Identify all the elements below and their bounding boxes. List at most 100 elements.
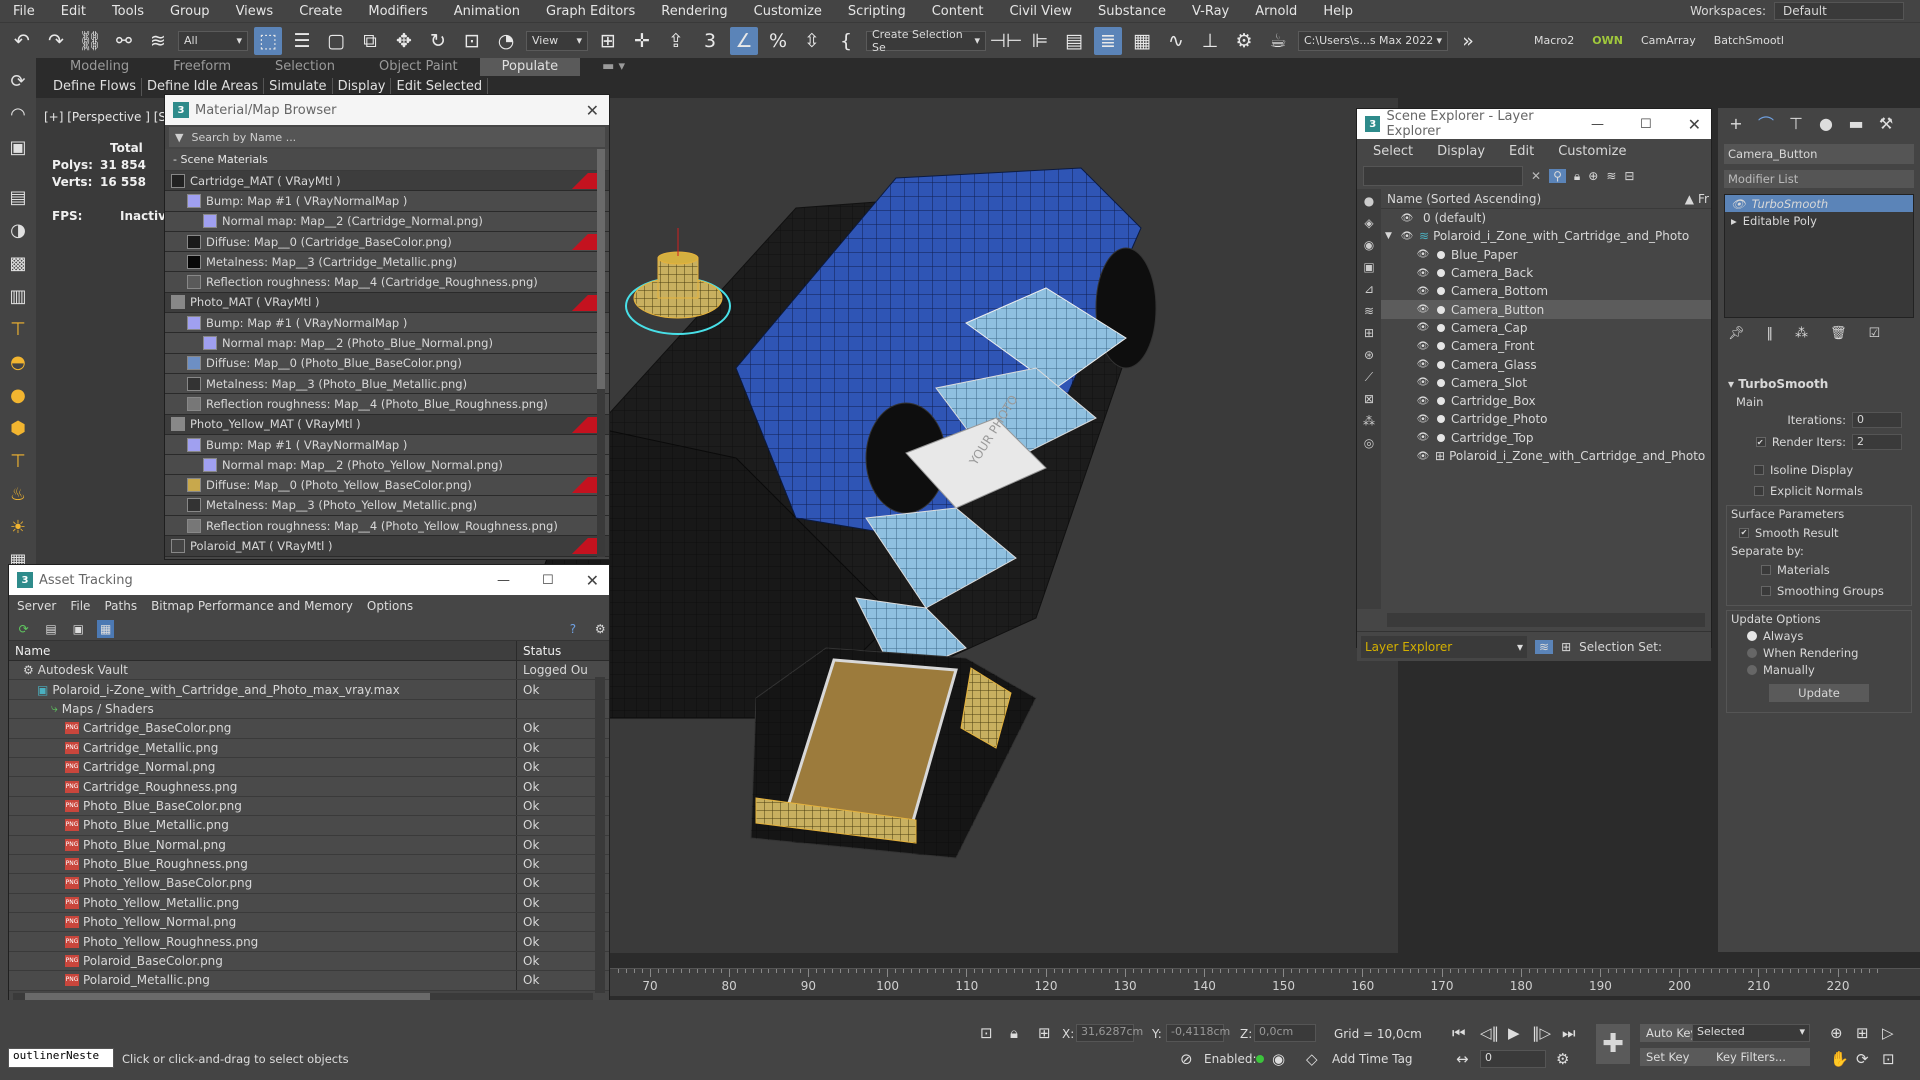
select-object-icon[interactable]: ⬚ xyxy=(254,26,282,55)
scene-tree-item[interactable]: 👁︎ Camera_Button xyxy=(1381,300,1711,319)
menu-edit[interactable]: Edit xyxy=(48,4,99,19)
remove-modifier-icon[interactable]: 🗑︎ xyxy=(1830,326,1847,341)
scene-tree-item[interactable]: 👁︎ Blue_Paper xyxy=(1381,246,1711,264)
shapes-filter-icon[interactable]: ◈ xyxy=(1359,213,1379,233)
material-map-item[interactable]: Normal map: Map__2 (Photo_Yellow_Normal.… xyxy=(165,455,609,476)
material-map-item[interactable]: Reflection roughness: Map__4 (Photo_Yell… xyxy=(165,516,609,537)
bind-space-warp-icon[interactable]: ≋ xyxy=(144,27,172,55)
display-tab-icon[interactable]: ▬ xyxy=(1846,114,1866,133)
visibility-eye-icon[interactable]: 👁︎ xyxy=(1415,286,1431,297)
asset-menu-server[interactable]: Server xyxy=(17,599,56,613)
table-row[interactable]: PNG Photo_Blue_Normal.png Ok xyxy=(9,835,609,855)
render-icon[interactable]: ▣ xyxy=(3,132,33,162)
visibility-eye-icon[interactable]: 👁︎ xyxy=(1415,304,1431,315)
y-coordinate-field[interactable]: -0,4118cm xyxy=(1166,1024,1230,1042)
light-icon[interactable]: ▥ xyxy=(3,281,33,311)
time-tag-icon[interactable]: ⊘ xyxy=(1180,1050,1193,1068)
zoom-icon[interactable]: ⊕ xyxy=(1830,1024,1843,1042)
selection-filter-dropdown[interactable]: All ▾ xyxy=(178,30,248,51)
modifier-turbosmooth[interactable]: 👁︎ TurboSmooth xyxy=(1725,195,1913,212)
rotate-icon[interactable]: ↻ xyxy=(424,27,452,55)
z-coordinate-field[interactable]: 0,0cm xyxy=(1254,1024,1316,1042)
select-manipulate-icon[interactable]: ✛ xyxy=(628,27,656,55)
table-row[interactable]: PNG Photo_Yellow_BaseColor.png Ok xyxy=(9,874,609,894)
scene-menu-customize[interactable]: Customize xyxy=(1558,144,1626,159)
key-filters-button[interactable]: Key Filters... xyxy=(1692,1048,1810,1066)
layout-icon[interactable]: ▤ xyxy=(3,182,33,212)
visibility-eye-icon[interactable]: 👁︎ xyxy=(1415,414,1431,425)
scene-tree-item[interactable]: 👁︎ Cartridge_Top xyxy=(1381,429,1711,447)
show-end-result-icon[interactable]: ‖ xyxy=(1767,326,1774,341)
maximize-icon[interactable]: ☐ xyxy=(542,573,554,588)
scene-search-input[interactable] xyxy=(1363,166,1523,186)
explorer-mode-dropdown[interactable]: Layer Explorer ▾ xyxy=(1361,635,1527,658)
materials-option[interactable]: Materials xyxy=(1727,559,1911,580)
configure-sets-icon[interactable]: ☑ xyxy=(1869,326,1881,341)
schematic-view-icon[interactable]: ⊥ xyxy=(1196,27,1224,55)
curve-editor-icon[interactable]: ∿ xyxy=(1162,27,1190,55)
named-selection-dropdown[interactable]: Create Selection Se ▾ xyxy=(866,28,986,54)
scene-tree-item[interactable]: 👁︎ Camera_Cap xyxy=(1381,319,1711,337)
close-icon[interactable]: ✕ xyxy=(1688,115,1701,134)
teapot-icon[interactable]: ♨ xyxy=(3,479,33,509)
scene-tree-item[interactable]: 👁︎ Cartridge_Photo xyxy=(1381,410,1711,428)
workspaces-dropdown[interactable]: Default xyxy=(1774,2,1904,20)
layer-explorer-icon[interactable]: ≣ xyxy=(1094,26,1122,55)
hierarchy-tab-icon[interactable]: ⊤ xyxy=(1786,114,1806,133)
modifier-list-dropdown[interactable]: Modifier List xyxy=(1724,170,1914,188)
geosphere-icon[interactable]: ⬢ xyxy=(3,413,33,443)
goto-start-icon[interactable]: ⏮ xyxy=(1452,1024,1466,1042)
material-item[interactable]: Photo_MAT ( VRayMtl ) xyxy=(165,292,609,314)
visibility-eye-icon[interactable]: 👁︎ xyxy=(1415,322,1431,333)
scene-tree-item[interactable]: 👁︎ Camera_Bottom xyxy=(1381,282,1711,300)
asset-menu-paths[interactable]: Paths xyxy=(104,599,137,613)
turbosmooth-rollout-title[interactable]: ▾ TurboSmooth xyxy=(1718,369,1920,395)
viewport-label[interactable]: [+] [Perspective ] [St xyxy=(44,110,171,124)
visibility-eye-icon[interactable]: 👁︎ xyxy=(1415,268,1431,279)
table-row[interactable]: PNG Photo_Blue_Roughness.png Ok xyxy=(9,854,609,875)
menu-help[interactable]: Help xyxy=(1310,4,1366,19)
hierarchy-icon[interactable]: ⊟ xyxy=(1624,169,1634,183)
sphere-icon[interactable]: ● xyxy=(3,380,33,410)
scene-tree-item[interactable]: ▼ 👁︎ ≋ Polaroid_i_Zone_with_Cartridge_and_P… xyxy=(1381,227,1711,245)
update-button[interactable]: Update xyxy=(1769,684,1869,702)
play-icon[interactable]: ▶ xyxy=(1508,1024,1520,1042)
absolute-mode-icon[interactable]: ⊞ xyxy=(1038,1024,1051,1042)
time-config-icon[interactable]: ⚙ xyxy=(1556,1050,1569,1068)
field-of-view-icon[interactable]: ▷ xyxy=(1882,1024,1894,1042)
hierarchy-toggle-icon[interactable]: ⊞ xyxy=(1561,640,1571,654)
cameras-filter-icon[interactable]: ▣ xyxy=(1359,257,1379,277)
maximize-viewport-icon[interactable]: ⊡ xyxy=(1882,1050,1895,1068)
containers-filter-icon[interactable]: ⊠ xyxy=(1359,389,1379,409)
name-column-header[interactable]: Name xyxy=(9,641,517,660)
bones-filter-icon[interactable]: ⟋ xyxy=(1359,367,1379,387)
visibility-eye-icon[interactable]: 👁︎ xyxy=(1415,396,1431,407)
selection-lock-icon[interactable]: 🔒︎ xyxy=(1010,1024,1018,1042)
close-icon[interactable]: ✕ xyxy=(586,571,599,590)
ribbon-tab-populate[interactable]: Populate xyxy=(479,58,581,76)
set-key-mode-button[interactable]: Set Key xyxy=(1640,1048,1696,1066)
project-folder-dropdown[interactable]: C:\Users\s...s Max 2022 ▾ xyxy=(1298,30,1448,51)
visibility-eye-icon[interactable]: 👁︎ xyxy=(1415,341,1431,352)
asset-tracking-titlebar[interactable]: 3 Asset Tracking — ☐ ✕ xyxy=(9,565,609,595)
pin-stack-icon[interactable]: 📌︎ xyxy=(1728,326,1745,341)
menu-animation[interactable]: Animation xyxy=(441,4,533,19)
close-icon[interactable]: ✕ xyxy=(586,101,599,120)
material-map-item[interactable]: Reflection roughness: Map__4 (Cartridge_… xyxy=(165,272,609,293)
table-row[interactable]: PNG Polaroid_Metallic.png Ok xyxy=(9,971,609,991)
table-row[interactable]: ⤷ Maps / Shaders xyxy=(9,699,609,720)
table-row[interactable]: PNG Photo_Yellow_Normal.png Ok xyxy=(9,913,609,933)
scene-materials-group[interactable]: - Scene Materials xyxy=(165,149,609,171)
undo-icon[interactable]: ↶ xyxy=(8,27,36,55)
menu-content[interactable]: Content xyxy=(919,4,997,19)
material-scrollbar[interactable] xyxy=(597,149,605,557)
material-map-item[interactable]: Reflection roughness: Map__4 (Photo_Blue… xyxy=(165,394,609,415)
menu-substance[interactable]: Substance xyxy=(1085,4,1179,19)
clear-search-icon[interactable]: ✕ xyxy=(1531,169,1541,183)
redo-icon[interactable]: ↷ xyxy=(42,27,70,55)
table-row[interactable]: PNG Photo_Yellow_Metallic.png Ok xyxy=(9,893,609,914)
key-selection-dropdown[interactable]: Selected ▾ xyxy=(1692,1024,1810,1042)
material-browser-titlebar[interactable]: 3 Material/Map Browser ✕ xyxy=(165,95,609,125)
keyboard-shortcut-icon[interactable]: ⇪ xyxy=(662,27,690,55)
material-map-item[interactable]: Bump: Map #1 ( VRayNormalMap ) xyxy=(165,191,609,212)
